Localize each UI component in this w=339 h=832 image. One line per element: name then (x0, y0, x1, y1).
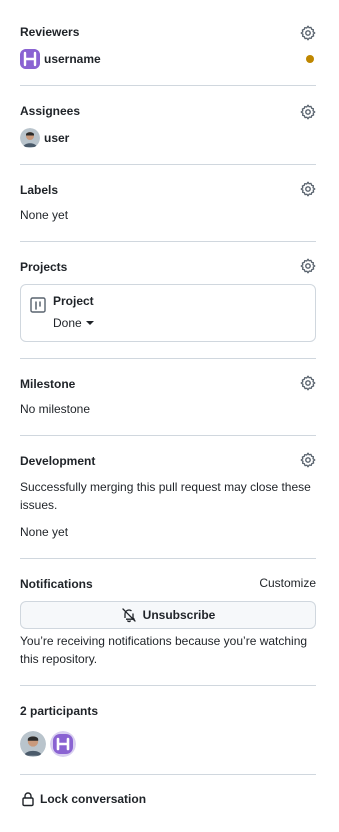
divider (20, 164, 316, 165)
lock-icon (20, 791, 36, 807)
participants-heading: 2 participants (20, 704, 99, 718)
labels-heading: Labels (20, 183, 59, 197)
labels-section: Labels None yet (20, 181, 316, 224)
project-status-label: Done (53, 316, 82, 330)
development-heading: Development (20, 454, 96, 468)
notifications-reason: You’re receiving notifications because y… (20, 634, 308, 666)
notifications-section: Notifications Customize Unsubscribe You’… (20, 576, 316, 672)
participant-avatar[interactable] (20, 731, 46, 757)
assignee-name: user (44, 131, 70, 145)
projects-section: Projects Project Done (20, 258, 316, 343)
notifications-heading: Notifications (20, 577, 93, 591)
participant-avatar[interactable] (50, 731, 76, 757)
reviewer-row[interactable]: username (20, 49, 101, 69)
project-card: Project Done (20, 284, 316, 342)
projects-gear-icon[interactable] (300, 258, 316, 274)
labels-gear-icon[interactable] (300, 181, 316, 197)
divider (20, 558, 316, 559)
reviewer-name: username (44, 52, 101, 66)
divider (20, 774, 316, 775)
divider (20, 85, 316, 86)
milestone-gear-icon[interactable] (300, 375, 316, 391)
development-section: Development Successfully merging this pu… (20, 452, 316, 545)
divider (20, 241, 316, 242)
customize-notifications-link[interactable]: Customize (259, 576, 316, 590)
reviewers-gear-icon[interactable] (300, 25, 316, 41)
project-table-icon (30, 297, 46, 316)
divider (20, 435, 316, 436)
pull-request-sidebar: Reviewers username Assignees user Labels (0, 0, 339, 832)
unsubscribe-label: Unsubscribe (142, 608, 216, 622)
unsubscribe-button[interactable]: Unsubscribe (20, 601, 316, 629)
assignee-row[interactable]: user (20, 128, 69, 148)
development-empty-text: None yet (20, 525, 69, 539)
labels-empty-text: None yet (20, 208, 69, 222)
assignees-heading: Assignees (20, 104, 81, 118)
development-description: Successfully merging this pull request m… (20, 480, 311, 512)
project-status-dropdown[interactable]: Done (53, 316, 94, 330)
lock-conversation-button[interactable]: Lock conversation (20, 791, 146, 807)
reviewers-section: Reviewers username (20, 24, 316, 72)
milestone-section: Milestone No milestone (20, 375, 316, 418)
review-pending-dot (306, 55, 314, 63)
divider (20, 685, 316, 686)
assignees-gear-icon[interactable] (300, 104, 316, 120)
assignee-avatar (20, 128, 40, 148)
lock-section: Lock conversation (20, 791, 316, 811)
reviewers-heading: Reviewers (20, 25, 80, 39)
milestone-heading: Milestone (20, 377, 76, 391)
participants-list (20, 731, 80, 757)
development-gear-icon[interactable] (300, 452, 316, 468)
participants-section: 2 participants (20, 703, 316, 759)
assignees-section: Assignees user (20, 103, 316, 151)
bell-slash-icon (121, 607, 137, 623)
projects-heading: Projects (20, 260, 68, 274)
divider (20, 358, 316, 359)
project-card-border: Project Done (20, 284, 316, 342)
caret-down-icon (85, 321, 94, 325)
project-name[interactable]: Project (53, 294, 94, 308)
lock-conversation-label: Lock conversation (40, 792, 147, 806)
reviewer-avatar (20, 49, 40, 69)
milestone-empty-text: No milestone (20, 402, 91, 416)
